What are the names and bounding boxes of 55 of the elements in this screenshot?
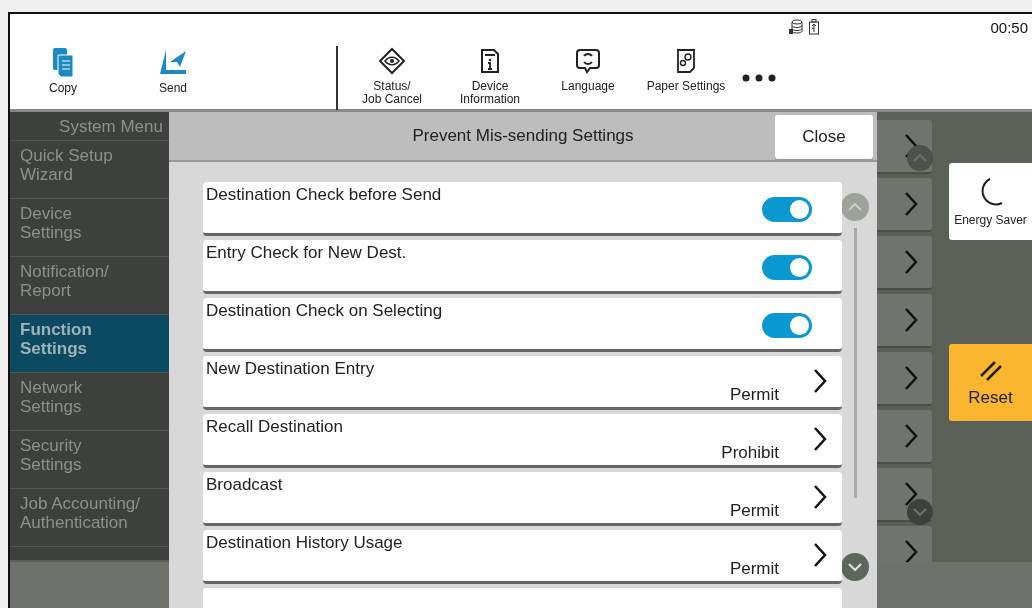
setting-label: Destination Check on Selecting xyxy=(206,301,443,321)
copy-icon xyxy=(51,46,75,80)
setting-row[interactable]: Entry Check for New Dest. xyxy=(203,240,842,294)
copy-button[interactable]: Copy xyxy=(28,46,98,95)
energy-saver-button[interactable]: Energy Saver xyxy=(949,163,1032,240)
chevron-right-icon xyxy=(904,133,918,159)
setting-row[interactable]: Broadcast Permit xyxy=(203,472,842,526)
status-button[interactable]: Status/ Job Cancel xyxy=(350,44,434,106)
setting-label: Destination History Usage xyxy=(206,533,403,553)
scroll-up-icon[interactable] xyxy=(840,192,870,222)
setting-row[interactable]: Destination Check before Send xyxy=(203,182,842,236)
device-information-button[interactable]: Device Information xyxy=(448,44,532,106)
eye-diamond-icon xyxy=(378,47,406,75)
chevron-right-icon xyxy=(904,249,918,275)
chevron-right-icon xyxy=(813,542,827,568)
setting-value: Permit xyxy=(729,385,779,405)
setting-label: New Destination Entry xyxy=(206,359,375,379)
clock-time: 00:50 xyxy=(990,18,1028,36)
setting-label: Recall Destination xyxy=(206,417,343,437)
setting-row[interactable]: Destination Check on Selecting xyxy=(203,298,842,352)
setting-row[interactable]: Recall Destination Prohibit xyxy=(203,414,842,468)
paper-gears-icon xyxy=(676,48,696,74)
chevron-right-icon xyxy=(904,365,918,391)
reset-button[interactable]: Reset xyxy=(949,344,1032,421)
send-button[interactable]: Send xyxy=(138,46,208,95)
sidebar-item[interactable]: Function Settings xyxy=(10,315,169,373)
chevron-right-icon xyxy=(904,481,918,507)
storage-lock-icon xyxy=(788,19,805,35)
chevron-right-icon xyxy=(904,307,918,333)
chevron-right-icon xyxy=(813,426,827,452)
chevron-right-icon xyxy=(904,191,918,217)
chevron-right-icon xyxy=(904,539,918,565)
setting-row[interactable]: New Destination Entry Permit xyxy=(203,356,842,410)
setting-label: Destination Check before Send xyxy=(206,185,442,205)
usb-icon xyxy=(808,19,821,35)
scroll-down-icon[interactable] xyxy=(840,552,870,582)
setting-value: Permit xyxy=(729,501,779,521)
info-document-icon xyxy=(480,48,500,74)
toggle-switch[interactable] xyxy=(762,255,812,280)
chevron-right-icon xyxy=(813,368,827,394)
dialog-title: Prevent Mis-sending Settings xyxy=(412,126,634,146)
language-button[interactable]: Language xyxy=(546,44,630,93)
speech-bubble-arrows-icon xyxy=(576,48,600,74)
close-button[interactable]: Close xyxy=(775,115,873,159)
paper-settings-button[interactable]: Paper Settings xyxy=(644,44,728,93)
toggle-switch[interactable] xyxy=(762,197,812,222)
setting-label: Broadcast xyxy=(206,475,283,495)
more-icon[interactable] xyxy=(742,74,776,82)
toggle-switch[interactable] xyxy=(762,313,812,338)
setting-row[interactable]: Destination History Usage Permit xyxy=(203,530,842,584)
setting-value: Permit xyxy=(729,559,779,579)
chevron-right-icon xyxy=(813,484,827,510)
setting-label: Entry Check for New Dest. xyxy=(206,243,407,263)
chevron-right-icon xyxy=(904,423,918,449)
setting-value: Prohibit xyxy=(721,443,779,463)
